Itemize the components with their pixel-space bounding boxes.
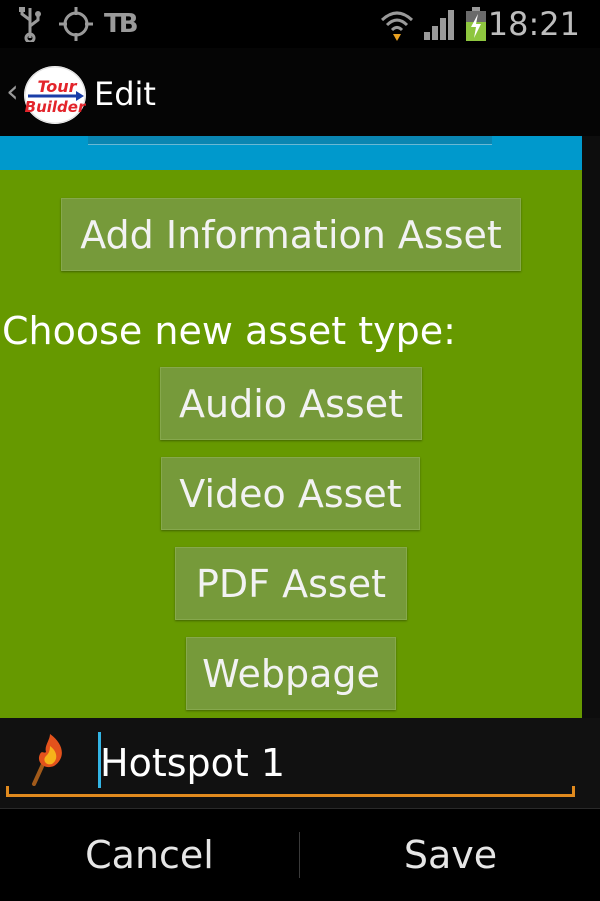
save-button[interactable]: Save — [301, 808, 600, 900]
logo-text-top: Tour — [37, 77, 77, 96]
tb-icon: TB — [104, 9, 139, 39]
gps-icon — [58, 6, 94, 51]
logo-text-bottom: Builder — [25, 98, 86, 116]
webpage-button[interactable]: Webpage — [186, 637, 396, 710]
choose-asset-type-label: Choose new asset type: — [2, 309, 456, 353]
add-information-asset-button[interactable]: Add Information Asset — [61, 198, 521, 271]
cancel-button[interactable]: Cancel — [0, 808, 299, 900]
blue-edit-field[interactable] — [88, 136, 492, 145]
pdf-asset-button[interactable]: PDF Asset — [175, 547, 407, 620]
status-bar: TB 18:21 — [0, 0, 600, 48]
hotspot-name-input[interactable] — [100, 738, 570, 788]
app-logo[interactable]: Tour Builder — [24, 66, 87, 124]
audio-asset-button[interactable]: Audio Asset — [160, 367, 422, 440]
status-time: 18:21 — [487, 5, 580, 43]
wifi-icon — [380, 6, 414, 51]
back-chevron-icon[interactable]: ‹ — [6, 72, 19, 110]
signal-icon — [422, 6, 458, 51]
video-asset-button[interactable]: Video Asset — [161, 457, 420, 530]
scrollbar[interactable] — [582, 136, 600, 718]
action-bar: ‹ — [0, 48, 600, 136]
input-underline-right — [572, 786, 575, 797]
usb-icon — [16, 6, 44, 51]
battery-charging-icon — [464, 6, 488, 51]
torch-icon — [30, 732, 70, 786]
button-divider — [299, 832, 300, 878]
input-underline — [8, 794, 574, 797]
page-title: Edit — [94, 75, 156, 113]
